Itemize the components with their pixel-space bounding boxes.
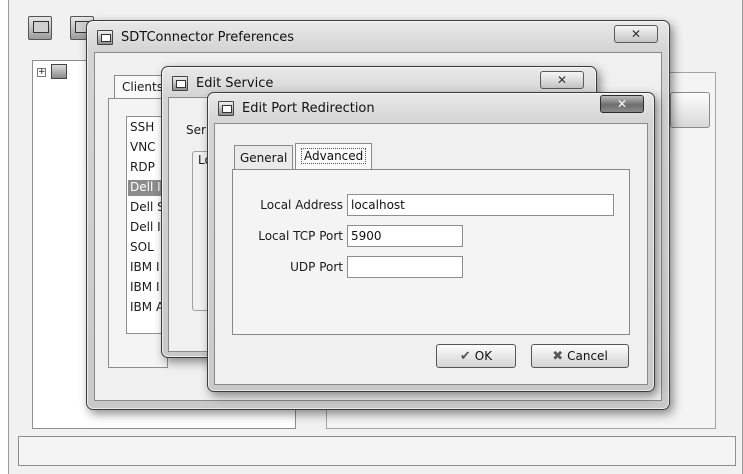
edit-port-close-button[interactable]: ✕ — [600, 95, 644, 113]
preferences-title: SDTConnector Preferences — [121, 30, 295, 45]
preferences-close-button[interactable]: ✕ — [614, 25, 658, 43]
tab-general-label: General — [240, 151, 288, 165]
app-window-icon — [97, 30, 113, 45]
app-window-icon — [218, 101, 234, 116]
tab-advanced-label: Advanced — [301, 148, 367, 164]
check-icon: ✔ — [459, 349, 471, 364]
connect-gateway-icon[interactable] — [28, 16, 52, 40]
cancel-button-label: Cancel — [567, 349, 608, 363]
ok-button[interactable]: ✔ OK — [436, 344, 516, 368]
edit-port-title: Edit Port Redirection — [242, 101, 375, 116]
tab-advanced[interactable]: Advanced — [295, 143, 373, 169]
cancel-x-icon: ✖ — [552, 349, 564, 364]
details-action-button[interactable] — [670, 92, 710, 128]
local-address-input[interactable]: localhost — [347, 194, 614, 216]
edit-port-dialog: Edit Port Redirection ✕ General Advanced… — [207, 92, 655, 392]
service-name-label: Ser — [186, 123, 206, 137]
app-window-icon — [172, 76, 188, 91]
status-bar — [18, 436, 736, 466]
udp-port-label: UDP Port — [290, 260, 343, 274]
local-tcp-port-label: Local TCP Port — [258, 229, 343, 243]
local-address-label: Local Address — [260, 198, 343, 212]
tree-expand-icon[interactable]: + — [37, 68, 46, 77]
ok-button-label: OK — [474, 349, 493, 363]
local-tcp-port-input[interactable]: 5900 — [347, 225, 463, 247]
edit-service-close-button[interactable]: ✕ — [540, 71, 584, 89]
edit-service-title: Edit Service — [196, 76, 274, 91]
tab-general[interactable]: General — [234, 145, 294, 169]
advanced-tab-panel: Local Address localhost Local TCP Port 5… — [232, 169, 630, 335]
cancel-button[interactable]: ✖ Cancel — [531, 344, 629, 368]
udp-port-input[interactable] — [347, 256, 463, 278]
gateway-node-icon[interactable] — [51, 64, 67, 79]
